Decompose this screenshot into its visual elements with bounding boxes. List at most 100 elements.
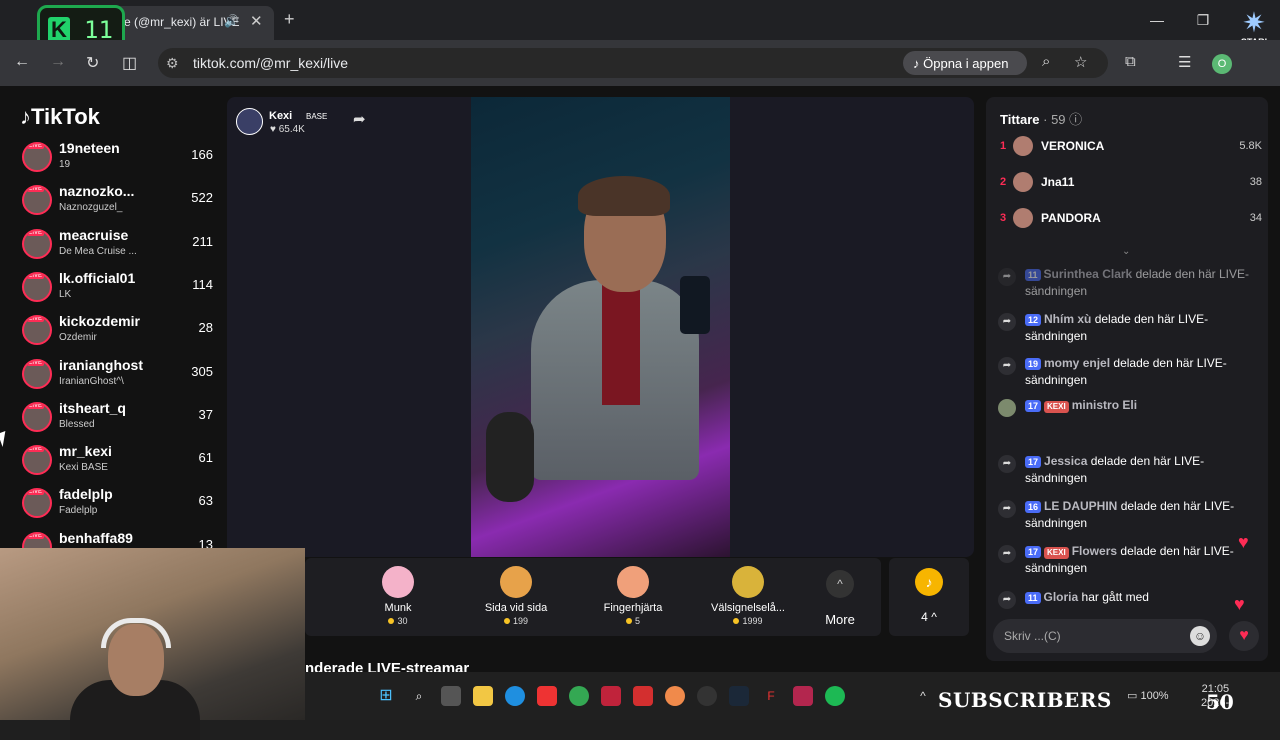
sidebar-live-item[interactable]: LIVE 19neteen 19 166 [18,140,213,182]
gift-price: 199 [461,616,571,626]
chrome-icon[interactable] [569,686,589,706]
sidebar-live-item[interactable]: LIVE fadelplp Fadelplp 63 [18,486,213,528]
bookmark-star-icon[interactable]: ☆ [1074,53,1087,71]
url-text[interactable]: tiktok.com/@mr_kexi/live [193,55,348,71]
chat-message[interactable]: ➦ 17 Jessica delade den här LIVE-sändninge… [998,453,1256,487]
windows-start-icon[interactable]: ⊞ [376,686,396,706]
host-avatar[interactable] [236,108,263,135]
avatar[interactable]: LIVE [22,228,52,259]
app-icon[interactable] [665,686,685,706]
chat-message[interactable]: ➦ 17 KEXI Flowers delade den här LIVE-sändn… [998,543,1256,577]
profile-avatar[interactable]: O [1212,54,1232,74]
coin-recharge-button[interactable]: ♪ 4 ^ [889,558,969,636]
task-view-icon[interactable] [441,686,461,706]
close-tab-icon[interactable]: ✕ [250,12,263,30]
emoji-icon[interactable]: ☺ [1190,626,1210,646]
viewers-header[interactable]: Tittare · 59 ⓘ [1000,109,1082,128]
avatar[interactable] [1013,136,1033,156]
top-viewer-row[interactable]: 2 Jna11 38 [1000,171,1262,195]
speaker-icon[interactable]: 🔊 [224,14,239,28]
reload-icon[interactable]: ↻ [86,53,99,73]
open-in-app-button[interactable]: ♪ Öppna i appen [903,51,1027,75]
info-icon[interactable]: ⓘ [1069,112,1082,127]
message-username[interactable]: Jessica [1044,454,1087,468]
chat-message[interactable]: ➦ 11 Gloria har gått med [998,589,1256,609]
message-username[interactable]: Flowers [1072,544,1117,558]
back-icon[interactable]: ← [14,53,30,71]
steam-icon[interactable] [729,686,749,706]
restore-icon[interactable]: ❐ [1180,0,1226,40]
battery-status[interactable]: ▭ 100% [1127,689,1169,702]
avatar[interactable] [1013,172,1033,192]
file-explorer-icon[interactable] [473,686,493,706]
spotify-icon[interactable] [825,686,845,706]
avatar[interactable]: LIVE [22,445,52,476]
app-icon[interactable] [633,686,653,706]
app-icon[interactable]: F [761,686,781,706]
viewer-count: 305 [191,363,213,379]
chat-input[interactable]: Skriv ...(C) [993,619,1217,653]
like-heart-button[interactable]: ♥ [1229,621,1259,651]
expand-chevron-icon[interactable]: ⌄ [1122,246,1130,257]
avatar[interactable]: LIVE [22,271,52,302]
gift-item[interactable]: Munk 30 [343,566,453,626]
new-tab-button[interactable]: + [284,9,295,30]
avatar[interactable]: LIVE [22,185,52,216]
message-username[interactable]: Nhím xù [1044,312,1091,326]
rank-number: 1 [1000,140,1007,152]
sidebar-live-item[interactable]: LIVE kickozdemir Ozdemir 28 [18,313,213,355]
gift-item[interactable]: Fingerhjärta 5 [578,566,688,626]
top-viewer-row[interactable]: 3 PANDORA 34 [1000,207,1262,231]
search-icon[interactable]: ⌕ [1042,53,1050,70]
host-name[interactable]: Kexi [269,110,292,122]
chat-message[interactable]: 17 KEXI ministro Eli [998,397,1256,417]
top-viewer-row[interactable]: 1 VERONICA 5.8K [1000,135,1262,159]
avatar[interactable] [1013,208,1033,228]
chat-message[interactable]: ➦ 11 Surinthea Clark delade den här LIVE-s… [998,266,1256,300]
avatar[interactable]: LIVE [22,142,52,172]
avatar[interactable]: LIVE [22,315,52,346]
sidebar-live-item[interactable]: LIVE meacruise De Mea Cruise ... 211 [18,227,213,269]
sidebar-live-item[interactable]: LIVE itsheart_q Blessed 37 [18,400,213,442]
logo-text: TikTok [31,104,100,129]
taskbar-search-icon[interactable]: ⌕ [409,686,429,706]
app-icon[interactable] [793,686,813,706]
message-username[interactable]: ministro Eli [1072,398,1137,412]
sidebar-live-item[interactable]: LIVE mr_kexi Kexi BASE 61 [18,443,213,485]
sidebar-live-item[interactable]: LIVE iranianghost IranianGhost^\ 305 [18,356,213,399]
sidebar-live-item[interactable]: LIVE naznozko... Naznozguzel_ 522 [18,183,213,225]
share-icon[interactable]: ➦ [353,110,366,128]
avatar[interactable]: LIVE [22,401,52,432]
avatar[interactable]: LIVE [22,358,52,389]
media-control-icon[interactable]: ☰ [1178,53,1191,71]
forward-icon[interactable]: → [50,53,66,71]
avatar[interactable]: LIVE [22,488,52,519]
minimize-icon[interactable]: — [1134,0,1180,40]
message-username[interactable]: LE DAUPHIN [1044,499,1117,513]
gift-item[interactable]: Sida vid sida 199 [461,566,571,626]
chat-message[interactable]: ➦ 16 LE DAUPHIN delade den här LIVE-sändni… [998,498,1256,532]
item-name: iranianghost [59,356,144,373]
app-icon[interactable] [697,686,717,706]
message-username[interactable]: Gloria [1044,590,1079,604]
more-gifts-button[interactable]: ^ More [820,570,860,627]
coin-icon: ♪ [915,568,943,596]
app-icon[interactable] [537,686,557,706]
browser-tab-active[interactable]: e (@mr_kexi) är LIVE 🔊 ✕ [110,6,274,40]
floating-heart-icon: ♥ [1238,532,1249,552]
message-username[interactable]: Surinthea Clark [1044,267,1133,281]
gift-item[interactable]: Välsignelselå... 1999 [693,566,803,626]
message-username[interactable]: momy enjel [1044,356,1110,370]
chat-message[interactable]: ➦ 12 Nhím xù delade den här LIVE-sändninge… [998,311,1256,345]
split-view-icon[interactable]: ◫ [122,53,137,73]
extensions-icon[interactable]: ⧉ [1125,53,1136,70]
app-icon[interactable] [601,686,621,706]
tiktok-logo[interactable]: ♪TikTok [20,104,100,130]
tray-chevron-icon[interactable]: ^ [913,686,933,706]
sidebar-live-item[interactable]: LIVE lk.official01 LK 114 [18,270,213,312]
chat-message[interactable]: ➦ 19 momy enjel delade den här LIVE-sändni… [998,355,1256,389]
site-info-icon[interactable]: ⚙ [166,55,179,72]
edge-icon[interactable] [505,686,525,706]
item-subtitle: Kexi BASE [59,462,108,474]
fan-badge: KEXI [1044,547,1069,559]
